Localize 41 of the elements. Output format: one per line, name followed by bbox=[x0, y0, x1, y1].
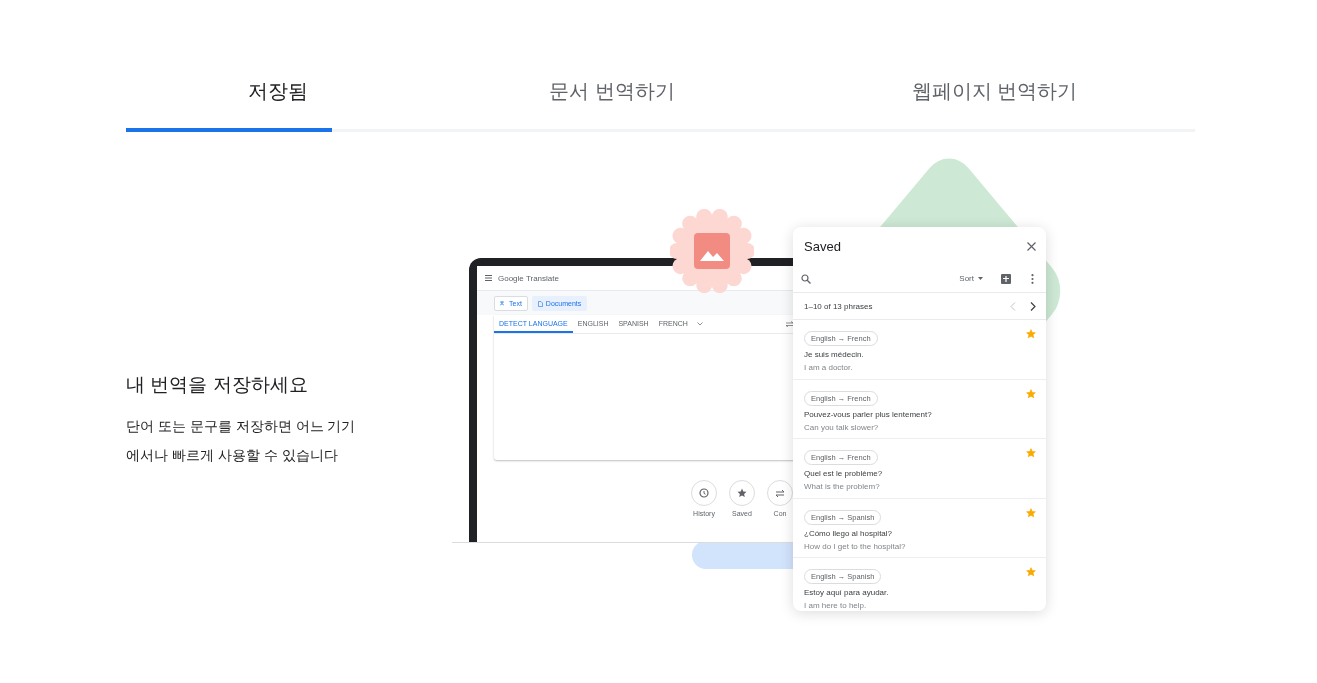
translated-phrase: I am a doctor. bbox=[804, 363, 854, 372]
source-phrase: Je suis médecin. bbox=[804, 350, 865, 359]
star-icon[interactable] bbox=[1026, 388, 1036, 399]
star-icon[interactable] bbox=[1026, 507, 1036, 518]
translated-phrase: How do I get to the hospital? bbox=[804, 541, 907, 551]
feature-heading: 내 번역을 저장하세요 bbox=[126, 373, 309, 397]
tab[interactable]: 문서 번역하기 bbox=[430, 68, 794, 129]
app-title: Google Translate bbox=[498, 273, 559, 283]
menu-icon[interactable] bbox=[485, 275, 492, 281]
star-icon bbox=[736, 487, 748, 499]
translated-phrase: I am here to help. bbox=[804, 601, 868, 610]
source-phrase: Pouvez-vous parler plus lentement? bbox=[804, 409, 933, 419]
source-phrase: ¿Cómo llego al hospital? bbox=[804, 528, 894, 538]
history-icon bbox=[698, 487, 710, 499]
action-button[interactable] bbox=[729, 480, 755, 506]
sort-button[interactable]: Sort bbox=[959, 274, 983, 283]
search-icon[interactable] bbox=[801, 273, 811, 284]
pager-text: 1–10 of 13 phrases bbox=[804, 301, 874, 311]
source-phrase: Estoy aquí para ayudar. bbox=[804, 588, 890, 597]
next-icon[interactable] bbox=[1030, 301, 1036, 311]
document-icon bbox=[537, 300, 543, 307]
arrows-icon bbox=[774, 487, 786, 499]
tab[interactable]: 웹페이지 번역하기 bbox=[794, 68, 1195, 129]
translated-phrase: What is the problem? bbox=[804, 482, 881, 491]
source-phrase: Quel est le problème? bbox=[804, 469, 884, 478]
close-button[interactable] bbox=[1027, 241, 1036, 251]
panel-title: Saved bbox=[804, 238, 841, 254]
translated-phrase: Can you talk slower? bbox=[804, 422, 880, 432]
star-icon[interactable] bbox=[1026, 567, 1036, 577]
translate-icon bbox=[500, 300, 506, 307]
add-icon[interactable] bbox=[1001, 273, 1011, 284]
star-icon[interactable] bbox=[1026, 329, 1036, 339]
tab[interactable]: 저장됨 bbox=[126, 68, 430, 129]
more-icon[interactable] bbox=[1031, 273, 1034, 284]
chevron-down-icon[interactable] bbox=[696, 322, 703, 326]
swap-icon[interactable] bbox=[785, 321, 794, 327]
caret-icon bbox=[978, 277, 983, 280]
feature-description: 단어 또는 문구를 저장하면 어느 기기에서나 빠르게 사용할 수 있습니다 bbox=[126, 417, 357, 465]
image-icon bbox=[694, 233, 730, 269]
star-icon[interactable] bbox=[1026, 448, 1036, 458]
action-button[interactable] bbox=[691, 480, 717, 506]
